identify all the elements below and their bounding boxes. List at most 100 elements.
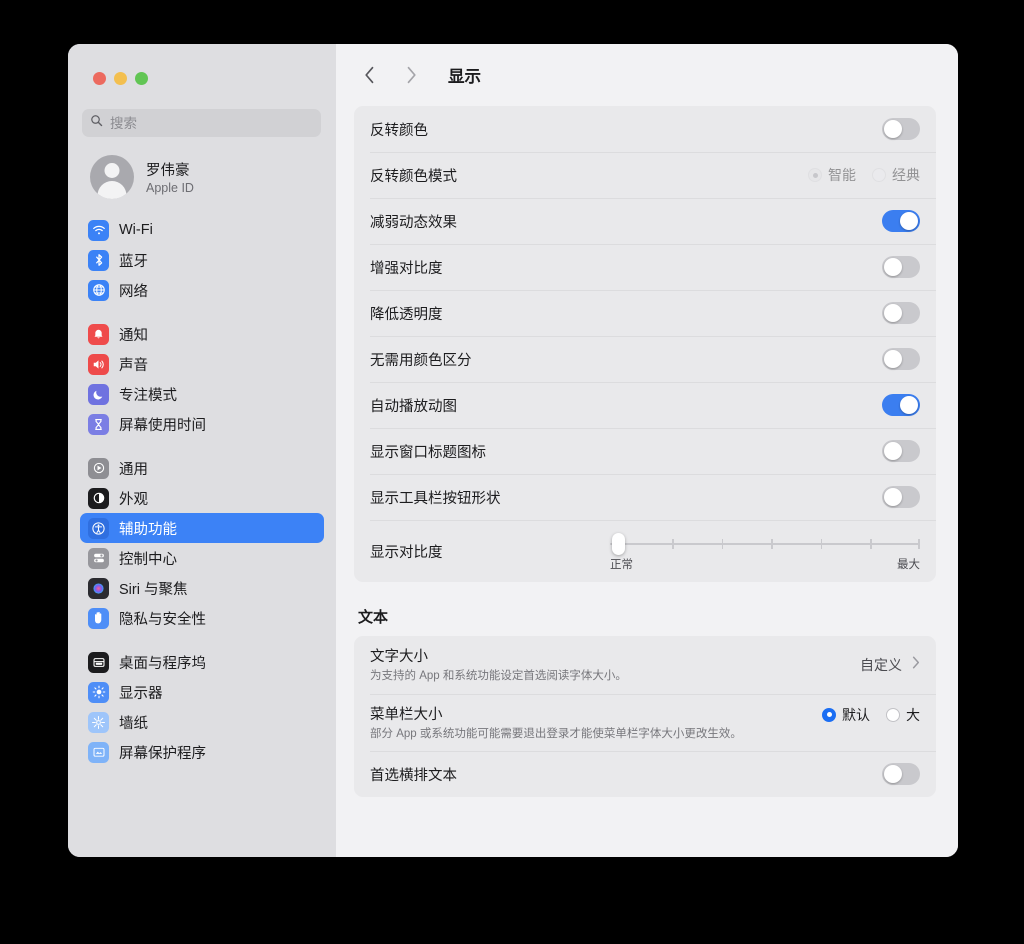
bell-icon xyxy=(88,323,109,345)
section-title-text: 文本 xyxy=(358,609,389,626)
toolbar: 显示 xyxy=(336,44,958,106)
sidebar-item-focus[interactable]: 专注模式 xyxy=(80,379,324,409)
globe-icon xyxy=(88,279,109,301)
sidebar-item-displays[interactable]: 显示器 xyxy=(80,677,324,707)
sidebar-item-accessibility[interactable]: 辅助功能 xyxy=(80,513,324,543)
profile-subtitle: Apple ID xyxy=(146,181,194,195)
show-window-title-icons-toggle[interactable] xyxy=(882,440,920,462)
zoom-button[interactable] xyxy=(135,72,148,85)
sidebar-item-bluetooth[interactable]: 蓝牙 xyxy=(80,245,324,275)
text-size-value: 自定义 xyxy=(860,656,902,673)
sidebar-group-desktop: 桌面与程序坞 显示器 墙纸 屏幕保护程序 xyxy=(80,647,324,767)
minimize-button[interactable] xyxy=(114,72,127,85)
sidebar-item-label: 辅助功能 xyxy=(119,521,177,538)
show-toolbar-button-shapes-toggle[interactable] xyxy=(882,486,920,508)
prefer-horizontal-text-toggle[interactable] xyxy=(882,763,920,786)
slider-track xyxy=(610,542,920,545)
settings-scroll-area[interactable]: 反转颜色 反转颜色模式 智能 经典 减弱动态效果 增强对比度 降低透明度 无需用… xyxy=(336,106,958,798)
invert-mode-radio-group[interactable]: 智能 经典 xyxy=(808,165,920,185)
avatar xyxy=(90,155,134,199)
row-label: 显示窗口标题图标 xyxy=(370,444,486,461)
wifi-icon xyxy=(88,219,109,241)
row-menu-bar-size[interactable]: 菜单栏大小 部分 App 或系统功能可能需要退出登录才能使菜单栏字体大小更改生效… xyxy=(354,693,936,752)
sidebar-item-wifi[interactable]: Wi-Fi xyxy=(80,215,324,245)
row-label: 首选横排文本 xyxy=(370,767,457,784)
page-title: 显示 xyxy=(448,68,481,86)
slider-tick xyxy=(918,538,920,549)
radio-indicator xyxy=(872,168,886,182)
reduce-motion-toggle[interactable] xyxy=(882,210,920,232)
row-label: 降低透明度 xyxy=(370,306,443,323)
desktop-dock-icon xyxy=(88,651,109,673)
window-controls xyxy=(68,44,336,85)
slider-min-label: 正常 xyxy=(610,558,633,571)
sidebar-item-desktop-dock[interactable]: 桌面与程序坞 xyxy=(80,647,324,677)
sidebar-item-label: 屏幕使用时间 xyxy=(119,417,206,434)
sidebar-item-general[interactable]: 通用 xyxy=(80,453,324,483)
back-button[interactable] xyxy=(356,62,382,88)
sidebar-item-siri-spotlight[interactable]: Siri 与聚焦 xyxy=(80,573,324,603)
reduce-transparency-toggle[interactable] xyxy=(882,302,920,324)
radio-classic[interactable]: 经典 xyxy=(872,165,920,185)
radio-large[interactable]: 大 xyxy=(886,705,920,725)
search-box[interactable] xyxy=(82,109,321,137)
apple-id-profile[interactable]: 罗伟豪 Apple ID xyxy=(68,137,336,199)
row-invert-colors-mode[interactable]: 反转颜色模式 智能 经典 xyxy=(354,152,936,198)
sidebar-item-label: 屏幕保护程序 xyxy=(119,745,206,762)
row-reduce-transparency[interactable]: 降低透明度 xyxy=(354,290,936,336)
display-contrast-slider[interactable]: 正常 最大 xyxy=(610,529,920,574)
text-settings-card: 文字大小 为支持的 App 和系统功能设定首选阅读字体大小。 自定义 菜单栏大小… xyxy=(354,636,936,798)
search-input[interactable] xyxy=(110,115,313,131)
row-auto-play-animated-images[interactable]: 自动播放动图 xyxy=(354,382,936,428)
slider-tick xyxy=(672,538,674,549)
sidebar-item-label: 专注模式 xyxy=(119,387,177,404)
row-show-window-title-icons[interactable]: 显示窗口标题图标 xyxy=(354,428,936,474)
accessibility-icon xyxy=(88,517,109,539)
sidebar-item-notifications[interactable]: 通知 xyxy=(80,319,324,349)
sidebar-item-label: 显示器 xyxy=(119,685,163,702)
row-label: 反转颜色 xyxy=(370,122,428,139)
brightness-icon xyxy=(88,681,109,703)
sidebar-item-network[interactable]: 网络 xyxy=(80,275,324,305)
bluetooth-icon xyxy=(88,249,109,271)
differentiate-without-color-toggle[interactable] xyxy=(882,348,920,370)
slider-max-label: 最大 xyxy=(897,558,920,571)
sidebar-item-screen-time[interactable]: 屏幕使用时间 xyxy=(80,409,324,439)
sidebar-item-wallpaper[interactable]: 墙纸 xyxy=(80,707,324,737)
close-button[interactable] xyxy=(93,72,106,85)
invert-colors-toggle[interactable] xyxy=(882,118,920,140)
appearance-icon xyxy=(88,487,109,509)
menu-bar-size-radio-group[interactable]: 默认 大 xyxy=(822,705,920,725)
sidebar-item-appearance[interactable]: 外观 xyxy=(80,483,324,513)
row-label: 无需用颜色区分 xyxy=(370,352,472,369)
settings-window: 罗伟豪 Apple ID Wi-Fi xyxy=(68,44,958,857)
sidebar-item-privacy-security[interactable]: 隐私与安全性 xyxy=(80,603,324,633)
radio-label: 经典 xyxy=(892,167,920,183)
forward-button[interactable] xyxy=(398,62,424,88)
row-label: 菜单栏大小 xyxy=(370,706,443,723)
chevron-right-icon xyxy=(912,656,920,674)
row-show-toolbar-button-shapes[interactable]: 显示工具栏按钮形状 xyxy=(354,474,936,520)
radio-default[interactable]: 默认 xyxy=(822,705,870,725)
row-prefer-horizontal-text[interactable]: 首选横排文本 xyxy=(354,751,936,797)
sidebar-item-control-center[interactable]: 控制中心 xyxy=(80,543,324,573)
sidebar-item-sound[interactable]: 声音 xyxy=(80,349,324,379)
row-text-size[interactable]: 文字大小 为支持的 App 和系统功能设定首选阅读字体大小。 自定义 xyxy=(354,636,936,694)
wallpaper-icon xyxy=(88,711,109,733)
sidebar-item-screensaver[interactable]: 屏幕保护程序 xyxy=(80,737,324,767)
sidebar-group-network: Wi-Fi 蓝牙 网络 xyxy=(80,215,324,305)
row-display-contrast[interactable]: 显示对比度 正常 最大 xyxy=(354,520,936,582)
radio-smart[interactable]: 智能 xyxy=(808,165,856,185)
sidebar-item-label: 外观 xyxy=(119,491,148,508)
row-differentiate-without-color[interactable]: 无需用颜色区分 xyxy=(354,336,936,382)
row-increase-contrast[interactable]: 增强对比度 xyxy=(354,244,936,290)
slider-knob[interactable] xyxy=(612,532,625,555)
sidebar-group-system: 通用 外观 辅助功能 控制中心 Siri 与聚焦 隐私与安全性 xyxy=(80,453,324,633)
row-invert-colors[interactable]: 反转颜色 xyxy=(354,106,936,152)
sidebar-item-label: 隐私与安全性 xyxy=(119,611,206,628)
gear-icon xyxy=(88,457,109,479)
increase-contrast-toggle[interactable] xyxy=(882,256,920,278)
row-reduce-motion[interactable]: 减弱动态效果 xyxy=(354,198,936,244)
sidebar: 罗伟豪 Apple ID Wi-Fi xyxy=(68,44,336,857)
auto-play-animated-images-toggle[interactable] xyxy=(882,394,920,416)
